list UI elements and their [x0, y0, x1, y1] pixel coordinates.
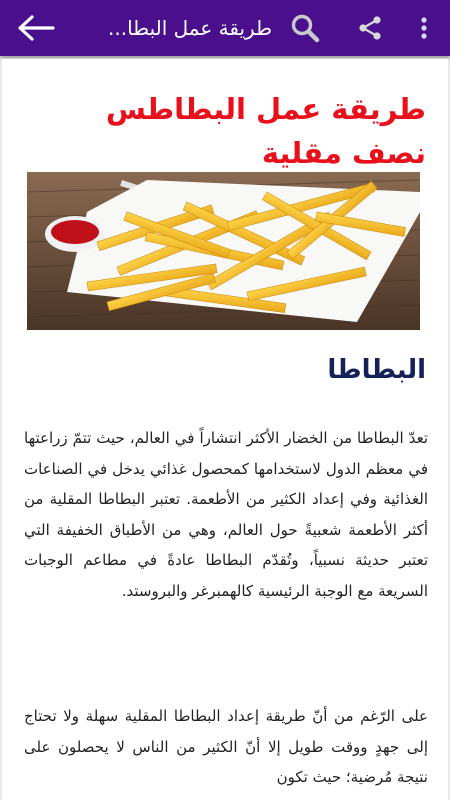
app-bar: طريقة عمل البطا...	[0, 0, 450, 56]
article-card: طريقة عمل البطاطس نصف مقلية البطاطا تعدّ…	[2, 59, 448, 800]
article-paragraph: تعدّ البطاطا من الخضار الأكثر انتشاراً ف…	[24, 429, 428, 600]
section-heading: البطاطا	[327, 355, 426, 385]
article-image	[27, 172, 420, 330]
share-icon	[359, 16, 381, 40]
fries-photo	[27, 172, 420, 330]
arrow-left-icon	[18, 15, 55, 41]
more-vertical-icon	[421, 17, 427, 39]
share-button[interactable]	[354, 12, 386, 44]
overflow-menu-button[interactable]	[412, 12, 436, 44]
back-button[interactable]	[14, 12, 58, 44]
app-bar-title: طريقة عمل البطا...	[108, 16, 272, 40]
article-title: طريقة عمل البطاطس نصف مقلية	[105, 92, 426, 170]
article-paragraph: على الرّغم من أنّ طريقة إعداد البطاطا ال…	[24, 707, 428, 786]
search-icon	[291, 14, 320, 43]
search-button[interactable]	[288, 12, 322, 44]
